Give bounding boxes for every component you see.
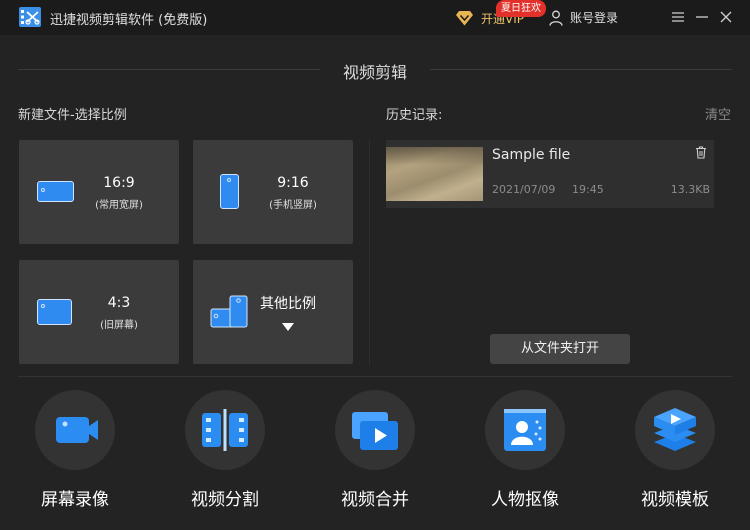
screen-record-icon (56, 417, 98, 443)
app-title: 迅捷视频剪辑软件 (免费版) (50, 13, 208, 28)
close-icon[interactable] (718, 9, 734, 25)
ratio-value: 9:16 (277, 175, 309, 191)
app-logo-icon (19, 7, 41, 27)
portrait-phone-icon (220, 174, 239, 209)
ratio-description: (手机竖屏) (269, 200, 317, 211)
title-bar: 迅捷视频剪辑软件 (免费版) 开通VIP 夏日狂欢 账号登录 (0, 0, 750, 35)
vip-diamond-icon (456, 11, 473, 26)
minimize-icon[interactable] (694, 9, 710, 25)
file-date: 2021/07/09 (492, 183, 556, 196)
tool-label: 视频分割 (191, 490, 259, 510)
ratio-value: 16:9 (103, 175, 135, 191)
video-merge-button[interactable] (335, 390, 415, 470)
history-label: 历史记录: (386, 108, 443, 123)
promo-badge: 夏日狂欢 (496, 0, 546, 17)
section-divider-right (430, 69, 732, 70)
section-divider-left (18, 69, 320, 70)
video-merge-icon (352, 412, 398, 450)
section-title: 视频剪辑 (342, 63, 407, 82)
ratio-card-9-16[interactable]: 9:16 (手机竖屏) (193, 140, 353, 244)
other-ratio-icon (210, 295, 248, 328)
file-time: 19:45 (572, 183, 604, 196)
history-item[interactable]: Sample file 2021/07/09 19:45 13.3KB (386, 140, 714, 208)
video-template-icon (654, 408, 696, 451)
login-button[interactable]: 账号登录 (549, 9, 618, 26)
ratio-description: (常用宽屏) (95, 200, 143, 211)
file-name: Sample file (492, 147, 571, 163)
ratio-description: (旧屏幕) (100, 320, 138, 331)
screen-record-button[interactable] (35, 390, 115, 470)
video-split-button[interactable] (185, 390, 265, 470)
ratio-value: 其他比例 (260, 296, 316, 312)
old-screen-icon (37, 299, 72, 325)
ratio-card-4-3[interactable]: 4:3 (旧屏幕) (19, 260, 179, 364)
ratio-value: 4:3 (107, 295, 131, 311)
tool-label: 视频合并 (341, 490, 409, 510)
open-folder-button[interactable]: 从文件夹打开 (490, 334, 630, 364)
new-file-label: 新建文件-选择比例 (18, 108, 127, 123)
clear-history-button[interactable]: 清空 (705, 104, 731, 123)
tool-label: 视频模板 (641, 490, 709, 510)
video-split-icon (202, 409, 248, 451)
portrait-cutout-button[interactable] (485, 390, 565, 470)
login-label: 账号登录 (570, 11, 619, 25)
portrait-cutout-icon (504, 409, 546, 451)
ratio-card-16-9[interactable]: 16:9 (常用宽屏) (19, 140, 179, 244)
video-template-button[interactable] (635, 390, 715, 470)
user-icon (549, 10, 563, 26)
widescreen-icon (37, 181, 74, 202)
trash-icon[interactable] (695, 146, 707, 159)
chevron-down-icon[interactable] (282, 323, 294, 331)
tools-divider (18, 376, 732, 377)
tool-label: 人物抠像 (491, 490, 559, 510)
tool-label: 屏幕录像 (41, 490, 109, 510)
ratio-card-other[interactable]: 其他比例 (193, 260, 353, 364)
panel-divider (369, 140, 370, 365)
menu-icon[interactable] (670, 9, 686, 25)
file-size: 13.3KB (670, 183, 710, 196)
